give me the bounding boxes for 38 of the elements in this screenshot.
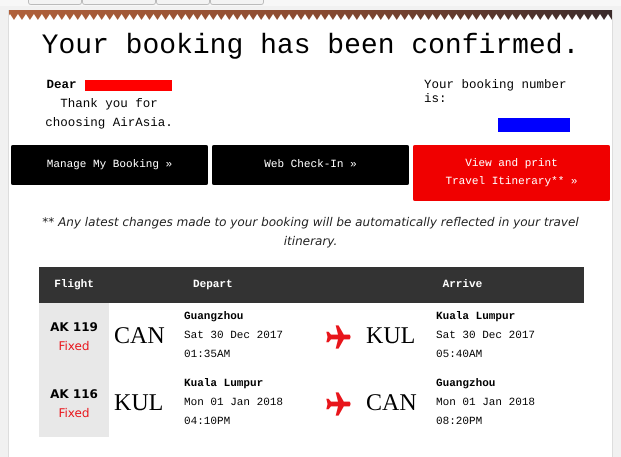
airport-code: CAN	[366, 390, 418, 417]
column-header: Depart	[193, 279, 233, 291]
flight-time: 05:40AM	[436, 348, 484, 363]
booking-number-label: Your booking number is:	[424, 78, 568, 106]
flight-time: 08:20PM	[436, 415, 484, 430]
salutation: Dear	[46, 78, 76, 92]
redaction-mark	[498, 118, 570, 132]
airport-code: KUL	[366, 323, 416, 350]
airplane-icon	[324, 390, 352, 418]
confirmation-title: Your booking has been confirmed.	[40, 30, 580, 64]
browser-tab[interactable]	[210, 0, 264, 5]
city-name: Guangzhou	[184, 310, 244, 325]
flight-date: Mon 01 Jan 2018	[184, 396, 284, 411]
browser-tab[interactable]	[82, 0, 156, 5]
action-button[interactable]: Manage My Booking »	[11, 145, 208, 185]
city-name: Kuala Lumpur	[436, 310, 516, 325]
city-name: Kuala Lumpur	[184, 377, 264, 392]
flight-time: 01:35AM	[184, 348, 232, 363]
flight-date: Sat 30 Dec 2017	[436, 329, 536, 344]
flight-number: AK 116	[50, 386, 98, 402]
thank-you-message: Thank you for choosing AirAsia.	[44, 96, 174, 132]
column-header: Flight	[53, 279, 95, 291]
itinerary-note: ** Any latest changes made to your booking will be automatically reflected in your travel itinerary.	[41, 214, 580, 250]
flight-time: 04:10PM	[184, 415, 232, 430]
airplane-icon	[324, 322, 352, 350]
city-name: Guangzhou	[436, 377, 496, 392]
flight-number: AK 119	[50, 318, 98, 336]
browser-tab[interactable]	[28, 0, 82, 5]
action-button[interactable]: View and print Travel Itinerary** »	[413, 145, 610, 201]
fare-status: Fixed	[58, 404, 90, 422]
browser-tab[interactable]	[156, 0, 210, 5]
airport-code: KUL	[114, 390, 164, 417]
flight-date: Mon 01 Jan 2018	[436, 396, 536, 411]
flight-date: Sat 30 Dec 2017	[184, 329, 284, 344]
column-header: Arrive	[442, 279, 482, 291]
action-button[interactable]: Web Check-In »	[212, 145, 409, 185]
airport-code: CAN	[114, 323, 166, 350]
fare-status: Fixed	[58, 338, 90, 354]
